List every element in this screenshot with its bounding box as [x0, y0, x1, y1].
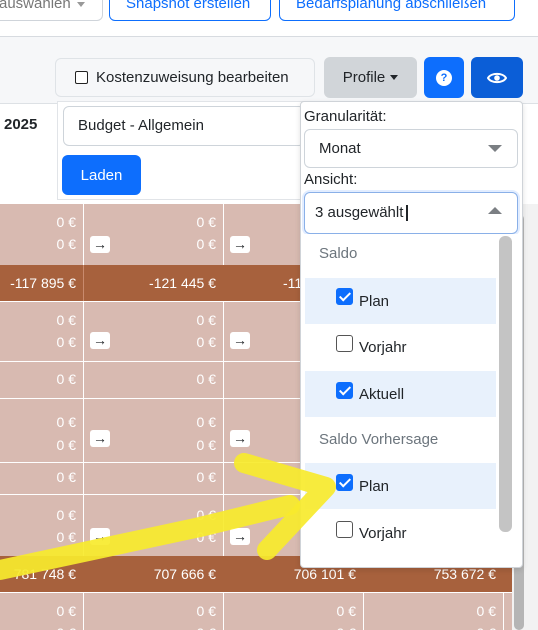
- table-cell: 0 €: [336, 603, 356, 619]
- table-cell: 0 €: [56, 371, 76, 387]
- top-toolbar: auswählen Snapshot erstellen Bedarfsplan…: [0, 0, 538, 30]
- option-label: Vorjahr: [359, 524, 407, 542]
- table-cell: 0 €: [196, 469, 216, 485]
- laden-button[interactable]: Laden: [62, 155, 141, 195]
- option-vorhersage-plan[interactable]: Plan: [305, 463, 496, 509]
- bedarfsplanung-button[interactable]: Bedarfsplanung abschließen: [279, 0, 515, 21]
- table-cell: 0 €: [196, 507, 216, 523]
- granularity-select[interactable]: Monat: [304, 129, 518, 168]
- arrow-right-icon[interactable]: →: [230, 528, 250, 545]
- view-multiselect[interactable]: 3 ausgewählt: [304, 192, 518, 234]
- table-cell: 0 €: [196, 312, 216, 328]
- profile-label: Profile: [342, 69, 386, 86]
- table-cell: 0 €: [56, 507, 76, 523]
- table-cell: 0 €: [196, 437, 216, 453]
- question-circle-icon: ?: [436, 69, 452, 86]
- year-label: 2025: [4, 116, 38, 133]
- view-toggle-button[interactable]: [471, 57, 523, 98]
- table-cell: 0 €: [56, 236, 76, 252]
- chevron-up-icon: [488, 207, 502, 214]
- row-divider: [0, 592, 512, 593]
- eye-icon: [487, 72, 507, 83]
- option-saldo-plan[interactable]: Plan: [305, 278, 496, 324]
- table-cell: 0 €: [197, 625, 216, 630]
- table-cell: 0 €: [56, 214, 76, 230]
- table-cell: 0 €: [196, 236, 216, 252]
- table-cell: 0 €: [196, 414, 216, 430]
- table-cell: 0 €: [56, 603, 76, 619]
- checkbox-checked-icon[interactable]: [336, 288, 353, 305]
- checkbox-checked-icon[interactable]: [336, 474, 353, 491]
- table-cell: 0 €: [56, 529, 76, 545]
- checkbox-icon[interactable]: [75, 71, 88, 84]
- table-cell: 753 672 €: [433, 566, 496, 582]
- table-cell: 0 €: [337, 625, 356, 630]
- group-label-saldo: Saldo: [319, 245, 358, 262]
- option-vorhersage-vorjahr[interactable]: Vorjahr: [305, 510, 496, 556]
- table-cell: -117 895 €: [10, 275, 76, 291]
- snapshot-button[interactable]: Snapshot erstellen: [109, 0, 271, 21]
- options-scrollbar[interactable]: [499, 236, 512, 532]
- table-cell: 0 €: [57, 625, 76, 630]
- auswaehlen-dropdown[interactable]: auswählen: [0, 0, 103, 21]
- table-cell: 0 €: [196, 371, 216, 387]
- arrow-right-icon[interactable]: →: [90, 236, 110, 253]
- table-cell: 706 101 €: [293, 566, 356, 582]
- table-cell: 0 €: [56, 469, 76, 485]
- table-cell: 0 €: [56, 414, 76, 430]
- profile-button[interactable]: Profile: [324, 57, 417, 98]
- option-saldo-aktuell[interactable]: Aktuell: [305, 371, 496, 417]
- arrow-right-icon[interactable]: →: [230, 332, 250, 349]
- budget-select-value: Budget - Allgemein: [78, 117, 204, 134]
- auswaehlen-label: auswählen: [0, 0, 71, 12]
- arrow-right-icon[interactable]: →: [90, 332, 110, 349]
- view-multiselect-value: 3 ausgewählt: [315, 204, 404, 221]
- option-label: Plan: [359, 477, 390, 495]
- checkbox-unchecked-icon[interactable]: [336, 335, 353, 352]
- table-cell: 0 €: [196, 214, 216, 230]
- table-cell: 0 €: [476, 603, 496, 619]
- table-cell: 0 €: [196, 529, 216, 545]
- arrow-right-icon[interactable]: →: [90, 430, 110, 447]
- table-cell: 781 748 €: [13, 566, 76, 582]
- table-cell: 0 €: [56, 334, 76, 350]
- kostenzuweisung-toggle[interactable]: Kostenzuweisung bearbeiten: [55, 58, 315, 97]
- arrow-right-icon[interactable]: →: [230, 430, 250, 447]
- table-cell: 0 €: [477, 625, 496, 630]
- view-label: Ansicht:: [304, 171, 358, 188]
- table-cell: -121 445 €: [149, 275, 216, 291]
- arrow-right-icon[interactable]: →: [230, 236, 250, 253]
- chevron-down-icon: [488, 145, 502, 152]
- option-saldo-vorjahr[interactable]: Vorjahr: [305, 324, 496, 370]
- column-divider: [83, 265, 84, 301]
- arrow-right-icon[interactable]: →: [90, 528, 110, 545]
- table-cell: 0 €: [196, 603, 216, 619]
- text-cursor: [406, 205, 408, 222]
- table-cell: 707 666 €: [153, 566, 216, 582]
- table-cell: 0 €: [56, 437, 76, 453]
- group-label-saldo-vorhersage: Saldo Vorhersage: [319, 431, 439, 448]
- budget-select[interactable]: Budget - Allgemein: [63, 106, 305, 146]
- table-cell: 0 €: [196, 334, 216, 350]
- granularity-label: Granularität:: [304, 108, 387, 125]
- kostenzuweisung-label: Kostenzuweisung bearbeiten: [96, 69, 289, 86]
- chevron-down-icon: [76, 1, 85, 7]
- option-label: Plan: [359, 292, 390, 310]
- checkbox-checked-icon[interactable]: [336, 382, 353, 399]
- checkbox-unchecked-icon[interactable]: [336, 521, 353, 538]
- granularity-select-value: Monat: [319, 140, 361, 157]
- table-cell: 0 €: [56, 312, 76, 328]
- help-button[interactable]: ?: [424, 57, 464, 98]
- option-label: Vorjahr: [359, 338, 407, 356]
- option-label: Aktuell: [359, 385, 405, 403]
- chevron-down-icon: [390, 75, 399, 80]
